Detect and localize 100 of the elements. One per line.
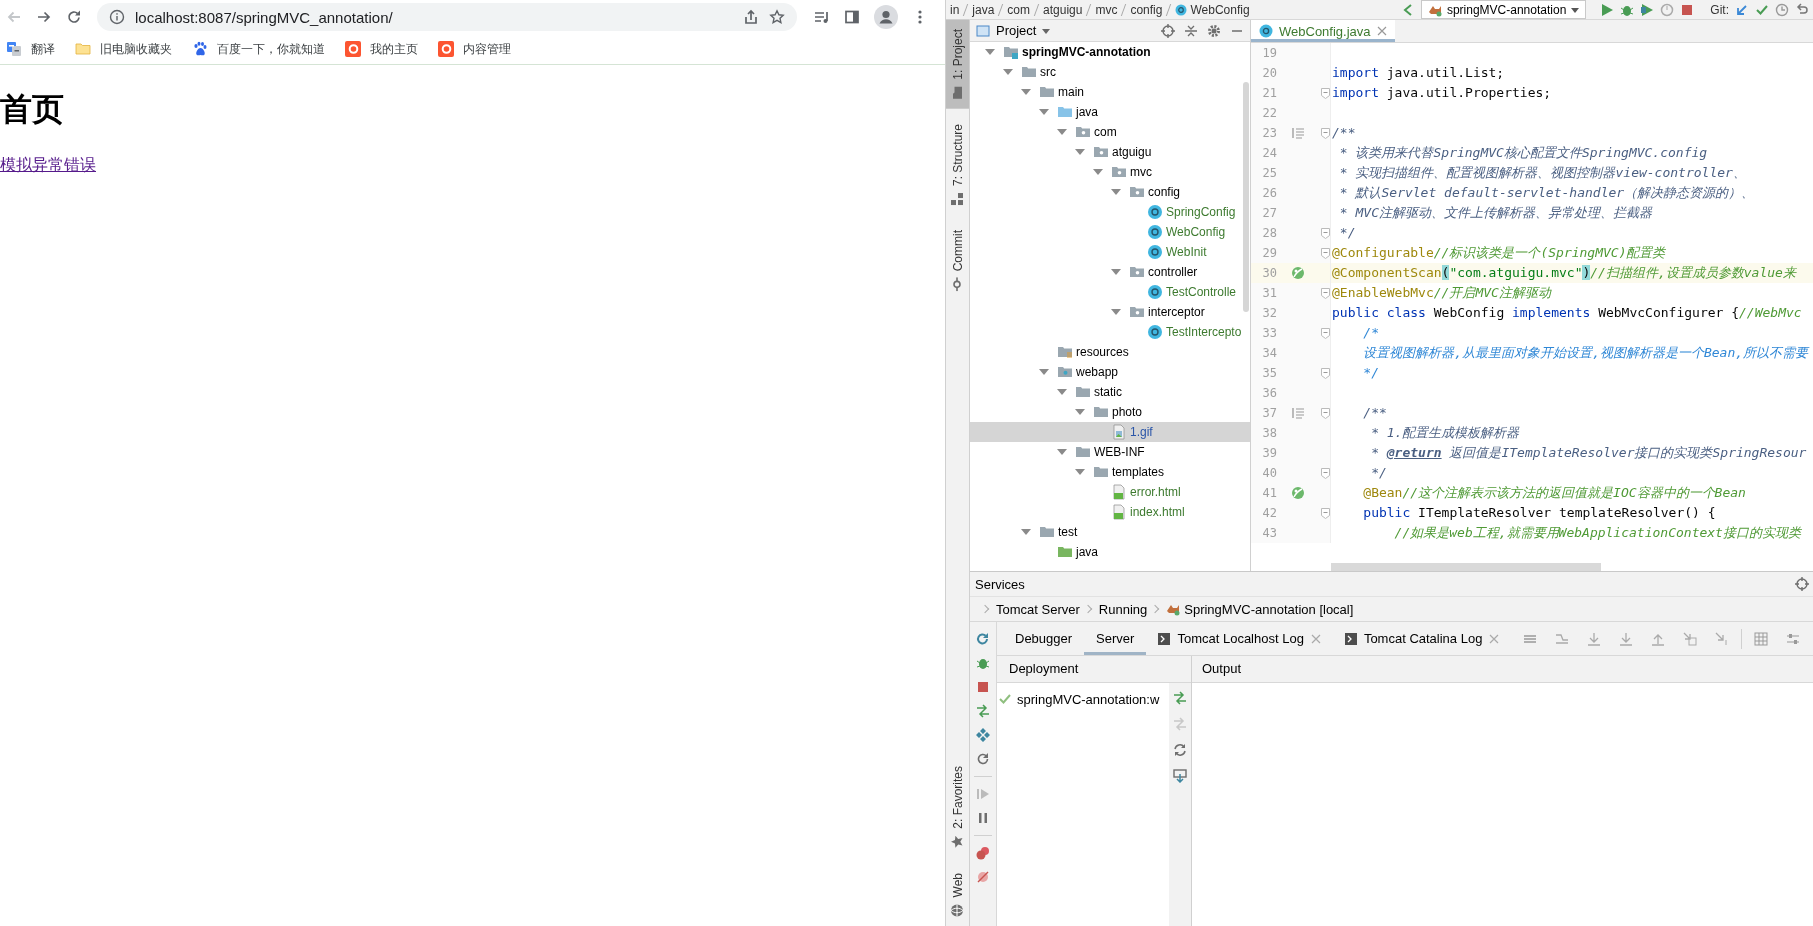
table-icon[interactable] <box>1754 631 1769 646</box>
breadcrumb-item[interactable]: com <box>1007 2 1031 17</box>
tree-item[interactable]: photo <box>970 402 1250 422</box>
tree-item[interactable]: controller <box>970 262 1250 282</box>
editor-tab[interactable]: WebConfig.java <box>1251 20 1395 42</box>
breadcrumb-item[interactable]: mvc <box>1095 2 1118 17</box>
media-icon[interactable] <box>814 9 830 25</box>
fold-icon[interactable] <box>1321 507 1330 519</box>
avatar-icon[interactable] <box>874 5 898 29</box>
tree-item[interactable]: main <box>970 82 1250 102</box>
coverage-icon[interactable] <box>1640 2 1655 17</box>
bookmark[interactable]: 我的主页 <box>345 40 418 58</box>
arrow-down-icon[interactable] <box>1619 631 1634 646</box>
doc-render-icon[interactable] <box>1291 126 1305 140</box>
tree-item[interactable]: src <box>970 62 1250 82</box>
address-bar[interactable]: localhost:8087/springMVC_annotation/ <box>97 3 797 31</box>
stop-icon[interactable] <box>1680 2 1695 17</box>
tab[interactable]: Server <box>1084 622 1147 655</box>
breadcrumb-item[interactable]: atguigu <box>1043 2 1083 17</box>
tool-window-tab[interactable]: 7: Structure <box>946 114 969 215</box>
breadcrumb-item[interactable]: config <box>1130 2 1163 17</box>
tool-window-tab[interactable]: 1: Project <box>946 20 969 109</box>
tree-item[interactable]: mvc <box>970 162 1250 182</box>
bug-icon[interactable] <box>976 656 990 670</box>
run-config-dropdown[interactable]: springMVC-annotation <box>1420 0 1587 19</box>
view-selector[interactable]: Project <box>976 23 1051 38</box>
close-icon[interactable] <box>1376 26 1387 36</box>
settings-icon[interactable] <box>1207 23 1221 38</box>
back-icon[interactable] <box>6 9 22 25</box>
fold-icon[interactable] <box>1321 287 1330 299</box>
share-icon[interactable] <box>743 9 759 25</box>
tab[interactable]: Debugger <box>1003 622 1085 655</box>
tree-item[interactable]: test <box>970 522 1250 542</box>
tree-item[interactable]: com <box>970 122 1250 142</box>
bookmark[interactable]: 内容管理 <box>438 40 511 58</box>
tree-item[interactable]: interceptor <box>970 302 1250 322</box>
rerun-icon[interactable] <box>976 632 990 646</box>
tree-item[interactable]: webapp <box>970 362 1250 382</box>
bookmark[interactable]: 百度一下，你就知道 <box>192 40 325 58</box>
fold-icon[interactable] <box>1321 227 1330 239</box>
tree-item[interactable]: templates <box>970 462 1250 482</box>
scrollbar[interactable] <box>1243 82 1249 312</box>
update-icon[interactable] <box>1735 2 1749 17</box>
reload-icon[interactable] <box>66 9 82 25</box>
tree-item[interactable]: TestIntercepto <box>970 322 1250 342</box>
doc-render-icon[interactable] <box>1291 406 1305 420</box>
refresh-icon[interactable] <box>1173 743 1187 757</box>
fold-icon[interactable] <box>1321 247 1330 259</box>
clock-icon[interactable] <box>1775 2 1789 17</box>
forward-icon[interactable] <box>36 9 52 25</box>
bookmark[interactable]: 翻译 <box>6 40 55 58</box>
tree-item[interactable]: java <box>970 542 1250 562</box>
fold-icon[interactable] <box>1321 87 1330 99</box>
tab[interactable]: Tomcat Catalina Log <box>1332 622 1512 655</box>
slashed-dot-icon[interactable] <box>976 870 990 884</box>
tree-item[interactable]: WebInit <box>970 242 1250 262</box>
tree-item[interactable]: TestControlle <box>970 282 1250 302</box>
tool-window-tab[interactable]: Web <box>946 863 969 926</box>
tool-window-tab[interactable]: Commit <box>946 220 969 301</box>
info-icon[interactable] <box>109 9 125 25</box>
tab[interactable]: Tomcat Localhost Log <box>1146 622 1333 655</box>
link[interactable]: 模拟异常错误 <box>0 156 96 173</box>
download-box-icon[interactable] <box>1173 769 1187 783</box>
close-icon[interactable] <box>1310 633 1321 644</box>
target-icon[interactable] <box>1161 23 1175 38</box>
dots-icon[interactable] <box>976 846 990 860</box>
breadcrumb-item[interactable]: WebConfig <box>1175 2 1250 17</box>
tree-item[interactable]: 1.gif <box>970 422 1250 442</box>
bean-icon[interactable] <box>1291 266 1305 280</box>
tree-item[interactable]: error.html <box>970 482 1250 502</box>
deployment-item[interactable]: springMVC-annotation:w <box>997 689 1169 709</box>
pause-icon[interactable] <box>976 811 990 825</box>
scrollbar[interactable] <box>1331 563 1601 571</box>
tree-item[interactable]: WebConfig <box>970 222 1250 242</box>
fold-icon[interactable] <box>1321 127 1330 139</box>
close-icon[interactable] <box>1489 633 1500 644</box>
fold-icon[interactable] <box>1321 367 1330 379</box>
refresh-icon[interactable] <box>976 752 990 766</box>
star-icon[interactable] <box>769 9 785 25</box>
bookmark[interactable]: 旧电脑收藏夹 <box>75 40 172 58</box>
tree-item[interactable]: resources <box>970 342 1250 362</box>
breadcrumb-item[interactable]: Running <box>1098 601 1148 617</box>
bean-icon[interactable] <box>1291 486 1305 500</box>
breadcrumb-item[interactable]: java <box>972 2 995 17</box>
fold-icon[interactable] <box>1321 327 1330 339</box>
sliders-icon[interactable] <box>1786 631 1801 646</box>
tree-item[interactable]: WEB-INF <box>970 442 1250 462</box>
tree-item[interactable]: SpringConfig <box>970 202 1250 222</box>
play-icon[interactable] <box>976 787 990 801</box>
fold-icon[interactable] <box>1321 407 1330 419</box>
breadcrumb-item[interactable]: in <box>950 2 960 17</box>
wrap-icon[interactable] <box>1555 631 1570 646</box>
tree-item[interactable]: java <box>970 102 1250 122</box>
breadcrumb-item[interactable]: SpringMVC-annotation [local] <box>1166 601 1354 617</box>
tree-item[interactable]: springMVC-annotation <box>970 42 1250 62</box>
breadcrumb-item[interactable]: Tomcat Server <box>996 601 1080 617</box>
side-panel-icon[interactable] <box>844 9 860 25</box>
tree-item[interactable]: index.html <box>970 502 1250 522</box>
tree-item[interactable]: config <box>970 182 1250 202</box>
transfer-icon[interactable] <box>1173 691 1187 705</box>
